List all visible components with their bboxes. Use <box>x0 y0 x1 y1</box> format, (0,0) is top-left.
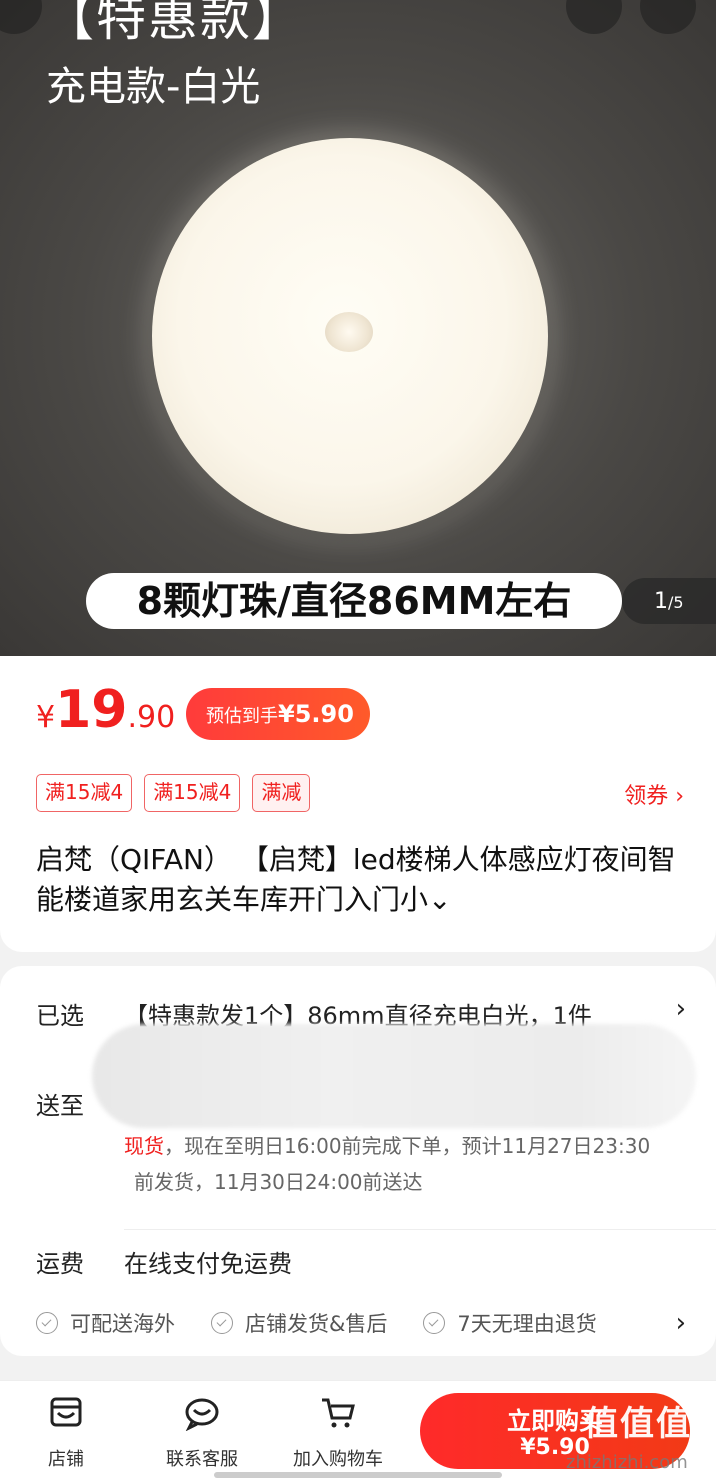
check-circle-icon <box>211 1312 233 1334</box>
watermark-logo: 值值值 <box>584 1404 692 1444</box>
product-page: 【特惠款】 充电款-白光 8颗灯珠/直径86MM左右 1/5 ¥19.90 预估… <box>0 0 716 1480</box>
coupon-tag[interactable]: 满15减4 <box>36 774 133 812</box>
divider <box>124 1229 716 1230</box>
image-counter-total: /5 <box>668 593 684 612</box>
share-button[interactable] <box>566 0 622 34</box>
delivery-info-line1: 现货，现在至明日16:00前完成下单，预计11月27日23:30 <box>124 1130 650 1159</box>
service-text: 7天无理由退货 <box>457 1312 597 1336</box>
service-item: 店铺发货&售后 <box>211 1308 387 1338</box>
price-decimal: .90 <box>127 700 176 735</box>
delivery-info-line2: 前发货，11月30日24:00前送达 <box>134 1170 423 1194</box>
estimated-price-badge: 预估到手¥5.90 <box>186 688 370 740</box>
store-label[interactable]: 店铺 <box>6 1445 126 1471</box>
services-chevron-icon[interactable]: › <box>676 1308 686 1338</box>
back-button[interactable] <box>0 0 42 34</box>
service-list[interactable]: 可配送海外 店铺发货&售后 7天无理由退货 <box>36 1308 597 1338</box>
service-text: 店铺发货&售后 <box>245 1312 388 1336</box>
coupon-list: 满15减4 满15减4 满减 <box>36 774 311 812</box>
delivery-time-text: ，现在至明日16:00前完成下单，预计11月27日23:30 <box>164 1134 651 1158</box>
image-subtitle-text: 充电款-白光 <box>46 64 261 110</box>
watermark-url: zhizhizhi.com <box>566 1452 688 1473</box>
more-button[interactable] <box>640 0 696 34</box>
selected-label: 已选 <box>36 1002 84 1030</box>
address-blurred[interactable] <box>92 1024 696 1128</box>
price-integer: 19 <box>55 680 128 740</box>
estimate-label: 预估到手 <box>206 706 278 727</box>
freight-label: 运费 <box>36 1250 84 1278</box>
price-card: ¥19.90 预估到手¥5.90 满15减4 满15减4 满减 领券 › 启梵（… <box>0 656 716 952</box>
image-tag-text: 【特惠款】 <box>44 0 304 47</box>
stock-status: 现货 <box>124 1134 164 1158</box>
check-circle-icon <box>36 1312 58 1334</box>
image-counter: 1/5 <box>622 578 716 624</box>
price: ¥19.90 <box>36 680 175 740</box>
store-icon[interactable] <box>48 1395 84 1431</box>
coupon-tag[interactable]: 满减 <box>252 774 311 812</box>
image-counter-current: 1 <box>654 589 668 614</box>
customer-service-label[interactable]: 联系客服 <box>142 1445 262 1471</box>
product-image-carousel[interactable]: 【特惠款】 充电款-白光 8颗灯珠/直径86MM左右 1/5 <box>0 0 716 656</box>
customer-service-icon[interactable] <box>184 1395 220 1431</box>
estimate-value: ¥5.90 <box>278 700 354 728</box>
service-item: 可配送海外 <box>36 1308 175 1338</box>
product-title: 启梵（QIFAN） 【启梵】led楼梯人体感应灯夜间智能楼道家用玄关车库开门入门… <box>36 843 676 916</box>
freight-value: 在线支付免运费 <box>124 1250 292 1278</box>
home-indicator[interactable] <box>214 1472 502 1478</box>
ship-to-label: 送至 <box>36 1092 84 1120</box>
check-circle-icon <box>423 1312 446 1334</box>
service-text: 可配送海外 <box>70 1312 175 1336</box>
chevron-right-icon[interactable]: › <box>676 994 686 1024</box>
image-caption: 8颗灯珠/直径86MM左右 <box>86 573 622 629</box>
cart-icon[interactable] <box>320 1395 356 1431</box>
lamp-product-photo <box>152 138 548 534</box>
coupon-tag[interactable]: 满15减4 <box>144 774 241 812</box>
price-symbol: ¥ <box>36 700 56 735</box>
service-item: 7天无理由退货 <box>423 1308 597 1338</box>
add-to-cart-label[interactable]: 加入购物车 <box>278 1445 398 1471</box>
lamp-sensor <box>325 312 373 352</box>
get-coupon-link[interactable]: 领券 › <box>624 778 684 810</box>
